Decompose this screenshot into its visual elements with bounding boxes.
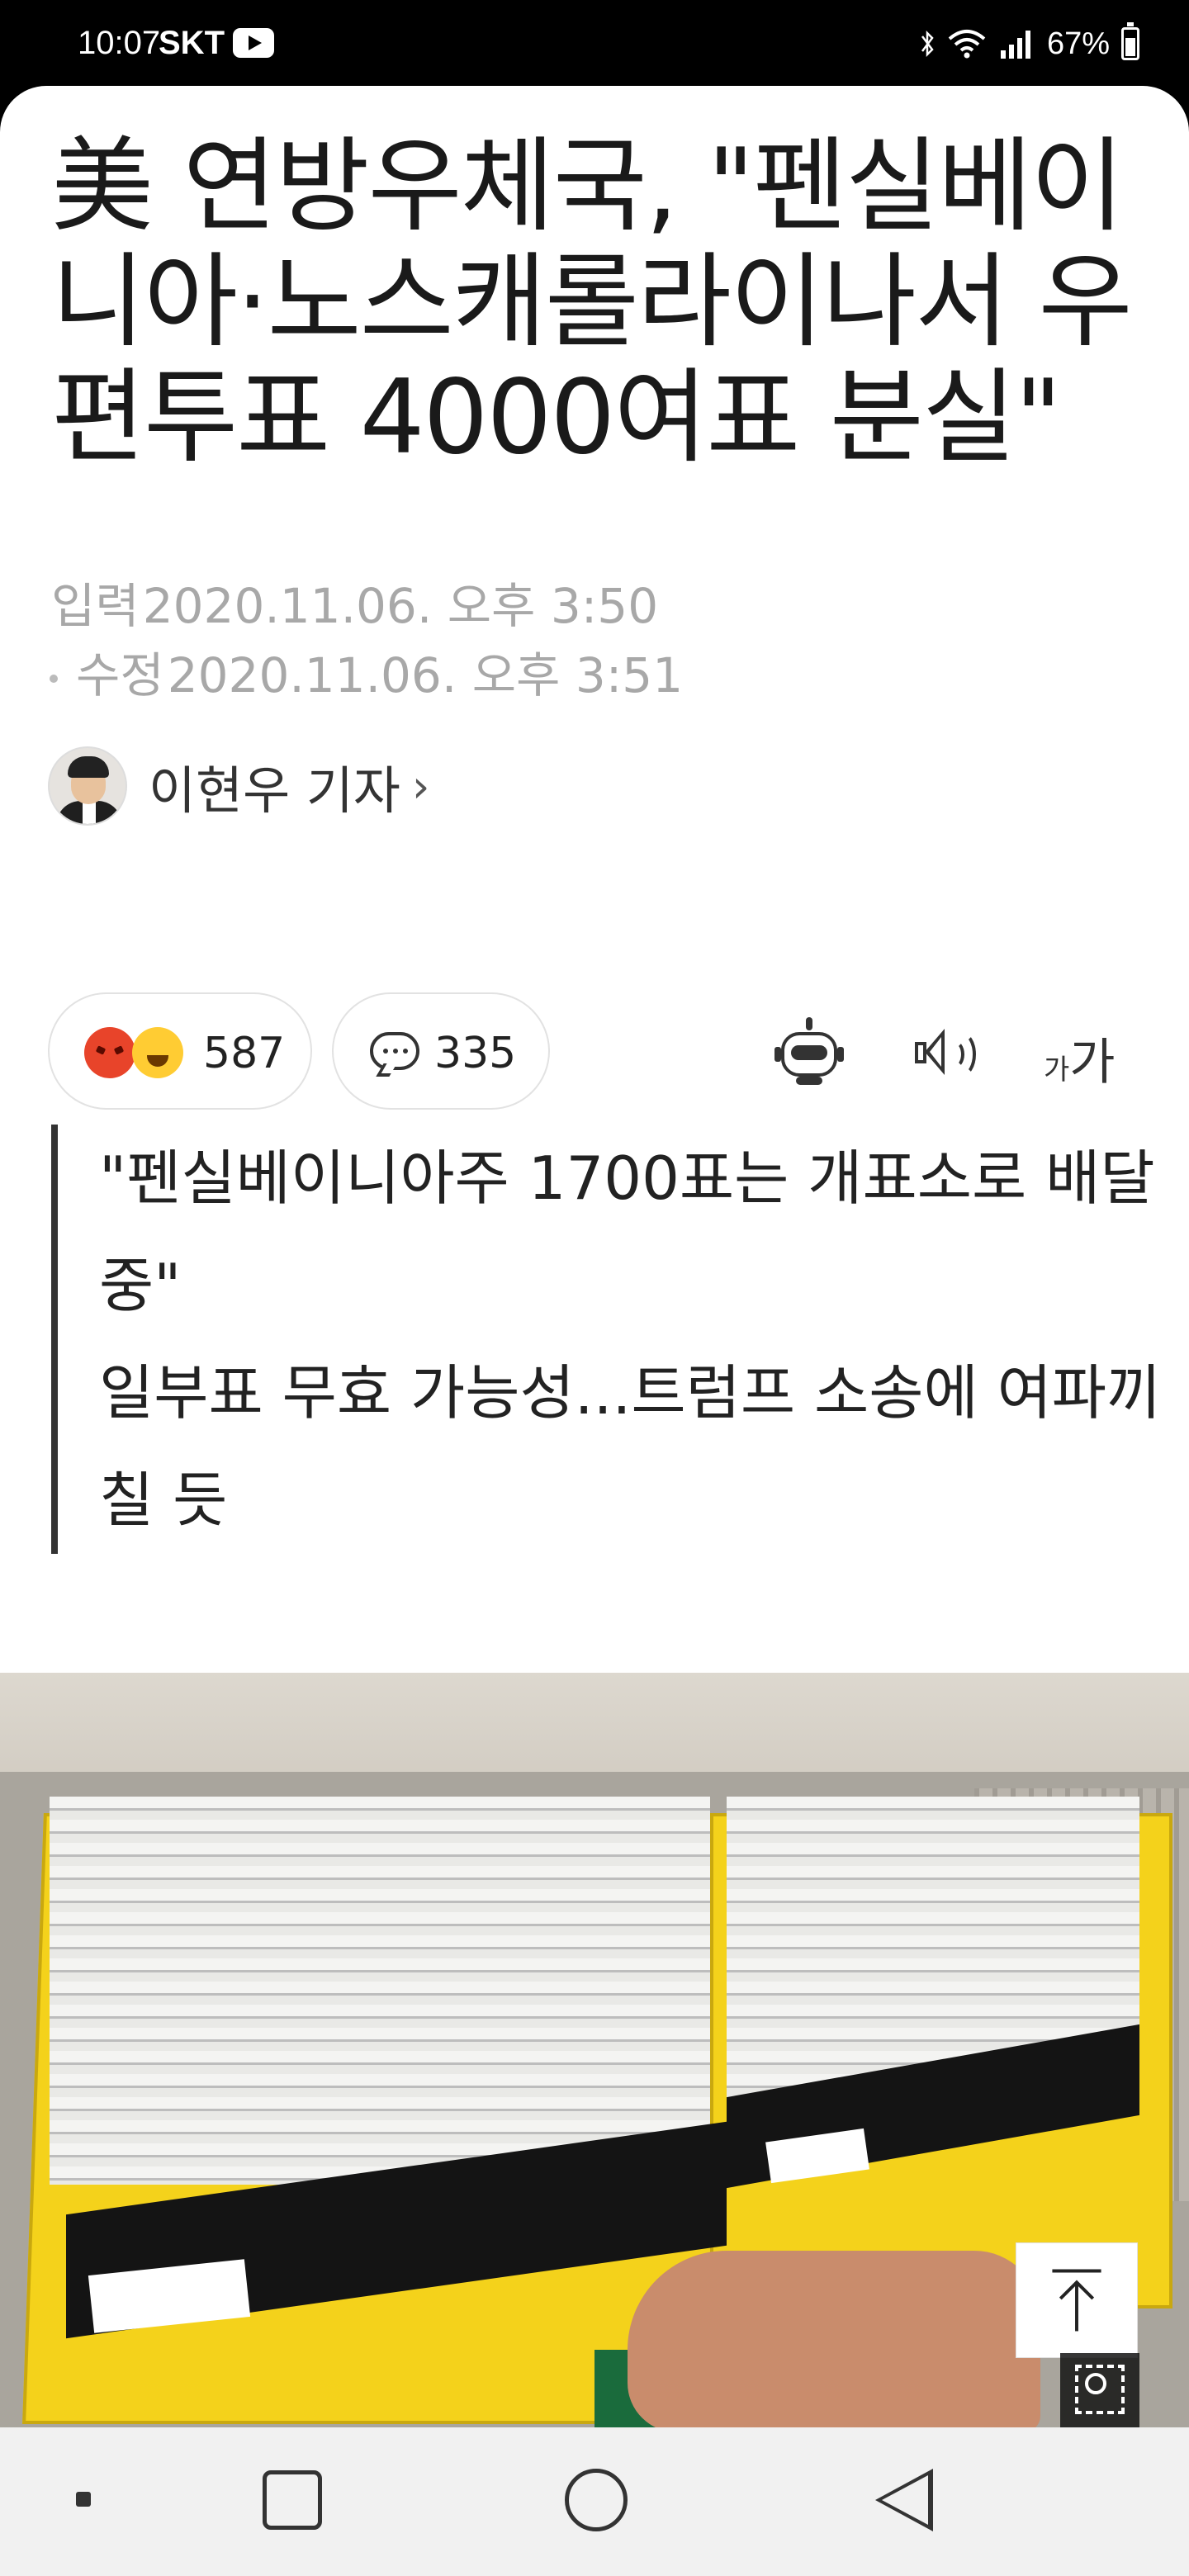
bluetooth-icon bbox=[921, 30, 934, 58]
input-date-row: 입력2020.11.06. 오후 3:50 bbox=[51, 571, 683, 641]
article-photo[interactable] bbox=[0, 1673, 1189, 2427]
laugh-emoji-icon bbox=[132, 1027, 183, 1078]
system-nav-bar bbox=[0, 2427, 1189, 2576]
reporter-name: 이현우 기자 bbox=[149, 760, 400, 821]
article-actions: 587 335 가가 bbox=[0, 992, 1189, 1113]
arrow-up-icon bbox=[1052, 2269, 1101, 2332]
robot-icon[interactable] bbox=[775, 1017, 844, 1087]
signal-icon bbox=[1000, 31, 1030, 59]
battery-icon bbox=[1121, 22, 1139, 60]
font-size-small: 가 bbox=[1044, 1054, 1070, 1087]
status-right: 67% bbox=[920, 22, 1139, 64]
modified-label: 수정 bbox=[76, 647, 164, 703]
back-icon[interactable] bbox=[875, 2469, 933, 2531]
bullet-dot bbox=[50, 674, 58, 683]
modified-date-row: 수정2020.11.06. 오후 3:51 bbox=[50, 641, 684, 710]
modified-date: 2020.11.06. 오후 3:51 bbox=[167, 647, 684, 703]
angry-emoji-icon bbox=[84, 1027, 135, 1078]
home-icon[interactable] bbox=[565, 2469, 628, 2531]
reporter-link[interactable]: 이현우 기자 › bbox=[48, 746, 430, 826]
input-label: 입력 bbox=[51, 578, 140, 634]
recents-icon[interactable] bbox=[76, 2492, 91, 2507]
comment-button[interactable]: 335 bbox=[332, 992, 550, 1110]
subhead-line-1: "펜실베이니아주 1700표는 개표소로 배달 중" bbox=[99, 1144, 1155, 1320]
avatar bbox=[48, 746, 127, 826]
speaker-icon[interactable] bbox=[912, 1025, 976, 1080]
font-size-icon[interactable]: 가가 bbox=[1044, 1022, 1115, 1094]
status-bar: 10:07 SKT 67% bbox=[0, 0, 1189, 91]
lens-search-icon bbox=[1085, 2373, 1106, 2394]
status-carrier: SKT bbox=[159, 25, 225, 61]
article-headline: 美 연방우체국, "펜실베이니아·노스캐롤라이나서 우편투표 4000여표 분실… bbox=[51, 127, 1133, 477]
reaction-button[interactable]: 587 bbox=[48, 992, 312, 1110]
article-dates: 입력2020.11.06. 오후 3:50 수정2020.11.06. 오후 3… bbox=[50, 571, 684, 710]
article-sheet: 美 연방우체국, "펜실베이니아·노스캐롤라이나서 우편투표 4000여표 분실… bbox=[0, 86, 1189, 2427]
battery-percent: 67% bbox=[1046, 26, 1110, 61]
comment-count: 335 bbox=[434, 1029, 517, 1078]
comment-icon bbox=[370, 1032, 419, 1070]
input-date: 2020.11.06. 오후 3:50 bbox=[142, 578, 659, 634]
youtube-icon bbox=[233, 28, 274, 58]
subhead-line-2: 일부표 무효 가능성...트럼프 소송에 여파끼칠 듯 bbox=[99, 1358, 1162, 1535]
status-time: 10:07 bbox=[78, 25, 161, 61]
font-size-big: 가 bbox=[1069, 1034, 1116, 1091]
chevron-right-icon: › bbox=[411, 760, 430, 812]
wifi-icon bbox=[948, 30, 986, 59]
reaction-count: 587 bbox=[203, 1029, 286, 1078]
overview-icon[interactable] bbox=[263, 2470, 322, 2530]
lens-search-button[interactable] bbox=[1060, 2353, 1139, 2427]
scroll-to-top-button[interactable] bbox=[1016, 2242, 1138, 2358]
article-subhead: "펜실베이니아주 1700표는 개표소로 배달 중" 일부표 무효 가능성...… bbox=[51, 1125, 1172, 1554]
